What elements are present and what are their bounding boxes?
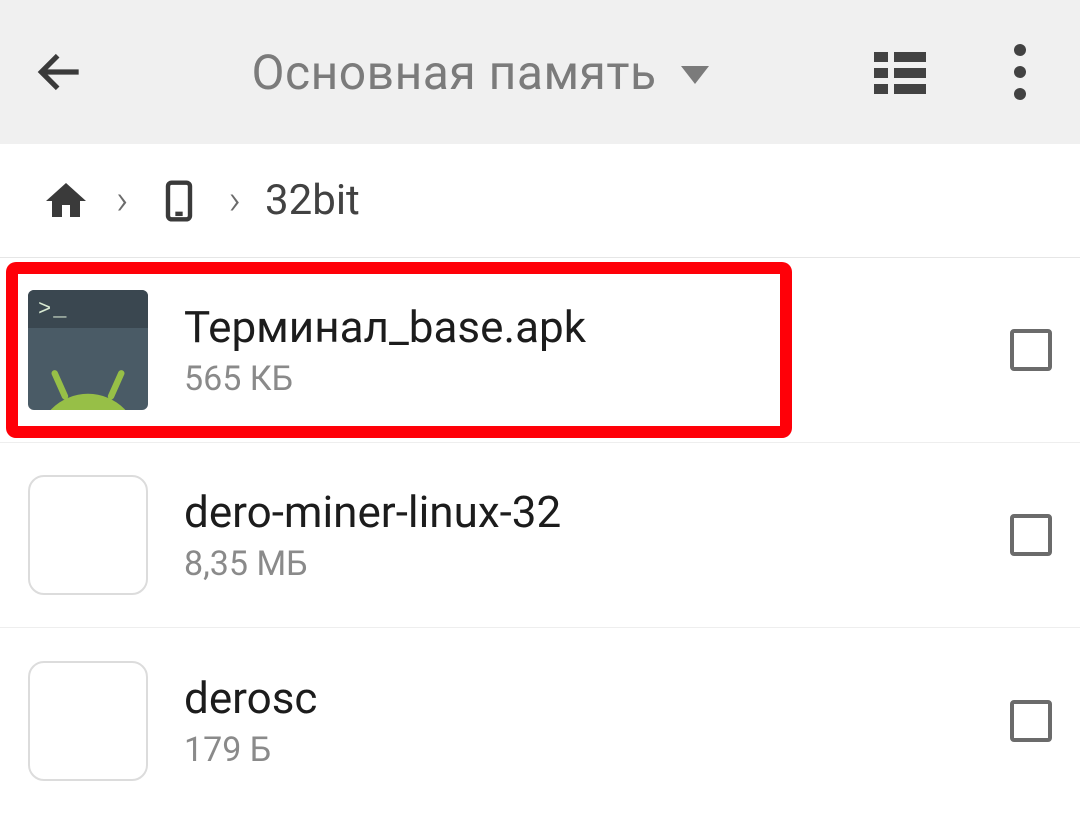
select-checkbox[interactable] — [1010, 514, 1052, 556]
file-row[interactable]: dero-miner-linux-32 8,35 МБ — [0, 443, 1080, 628]
file-size: 179 Б — [184, 730, 986, 770]
terminal-prompt-icon: >_ — [28, 290, 148, 328]
arrow-back-icon — [32, 44, 88, 100]
chevron-down-icon — [681, 66, 709, 84]
storage-title-dropdown[interactable]: Основная память — [144, 44, 816, 101]
list-view-icon — [874, 52, 926, 92]
storage-title-label: Основная память — [251, 44, 656, 101]
breadcrumb-current: 32bit — [265, 176, 360, 225]
breadcrumb-home[interactable] — [40, 175, 92, 227]
file-row[interactable]: derosc 179 Б — [0, 628, 1080, 813]
breadcrumb-device[interactable] — [153, 175, 205, 227]
file-icon-generic — [28, 475, 148, 595]
file-size: 8,35 МБ — [184, 544, 986, 584]
breadcrumb: › › 32bit — [0, 144, 1080, 258]
more-options-button[interactable] — [984, 36, 1056, 108]
file-name: dero-miner-linux-32 — [184, 486, 986, 538]
file-name: derosc — [184, 672, 986, 724]
breadcrumb-separator: › — [229, 176, 242, 225]
file-size: 565 КБ — [184, 359, 986, 399]
file-name: Терминал_base.apk — [184, 301, 986, 353]
more-vertical-icon — [1014, 44, 1026, 100]
file-icon-generic — [28, 661, 148, 781]
breadcrumb-separator: › — [116, 176, 129, 225]
select-checkbox[interactable] — [1010, 700, 1052, 742]
view-mode-button[interactable] — [864, 36, 936, 108]
file-row[interactable]: >_ Терминал_base.apk 565 КБ — [0, 258, 1080, 443]
back-button[interactable] — [24, 36, 96, 108]
android-icon — [28, 368, 148, 410]
home-icon — [42, 177, 90, 225]
app-bar: Основная память — [0, 0, 1080, 144]
file-icon-apk: >_ — [28, 290, 148, 410]
file-list: >_ Терминал_base.apk 565 КБ dero-miner-l… — [0, 258, 1080, 813]
phone-icon — [157, 175, 201, 227]
select-checkbox[interactable] — [1010, 329, 1052, 371]
